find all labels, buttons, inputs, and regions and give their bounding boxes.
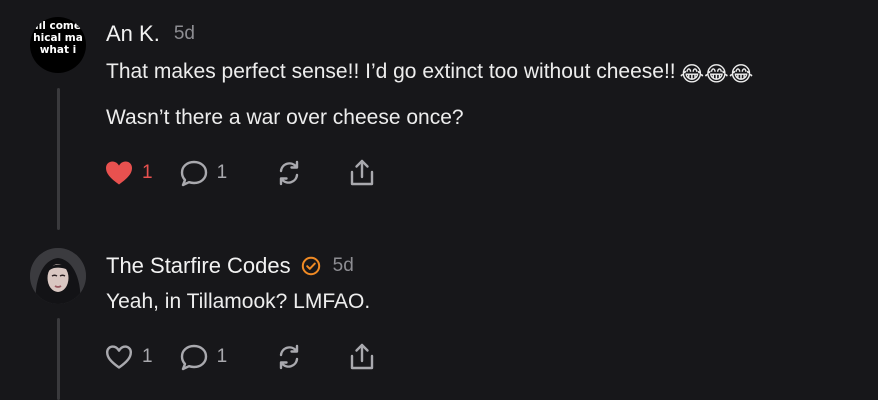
thread-line [57,318,60,400]
profile-photo [30,248,86,304]
avatar[interactable] [30,248,86,304]
share-button[interactable] [347,342,377,372]
repost-icon [279,160,299,186]
reply-count: 1 [216,162,228,183]
comment-actions: 1 1 [104,158,403,188]
avatar[interactable]: ıll come hical ma what i [30,17,86,73]
like-button[interactable]: 1 [104,159,153,187]
comment-icon [180,344,207,371]
comment-text: Wasn’t there a war over cheese once? [106,106,464,129]
thread-line [57,88,60,230]
share-icon [350,343,374,370]
reply-button[interactable]: 1 [179,159,228,187]
like-count: 1 [142,162,153,183]
author-name[interactable]: An K. [106,21,160,47]
timestamp: 5d [332,255,354,276]
heart-icon [106,161,132,185]
comment-header: The Starfire Codes 5d [106,252,354,280]
verified-badge-icon [301,256,320,276]
repost-button[interactable] [275,159,303,187]
like-button[interactable]: 1 [104,343,153,371]
comment-text: That makes perfect sense!! I’d go extinc… [106,60,754,86]
comment-text: Yeah, in Tillamook? LMFAO. [106,290,371,313]
laughing-emoji: 😂😂😂 [679,63,754,86]
comment-icon [180,160,207,187]
comment-thread: ıll come hical ma what i An K. 5d That m… [0,0,878,400]
author-name[interactable]: The Starfire Codes [106,253,291,279]
comment-actions: 1 1 [104,342,403,372]
share-button[interactable] [347,158,377,188]
repost-button[interactable] [275,343,303,371]
timestamp: 5d [173,23,195,44]
reply-button[interactable]: 1 [179,343,228,371]
like-count: 1 [142,346,153,367]
reply-count: 1 [216,346,228,367]
comment: The Starfire Codes 5d Yeah, in Tillamook… [0,240,878,400]
repost-icon [279,344,299,370]
avatar-text: ıll come hical ma what i [33,20,83,56]
comment-header: An K. 5d [106,20,195,48]
comment: ıll come hical ma what i An K. 5d That m… [0,0,878,240]
share-icon [350,159,374,186]
heart-icon [106,345,132,369]
